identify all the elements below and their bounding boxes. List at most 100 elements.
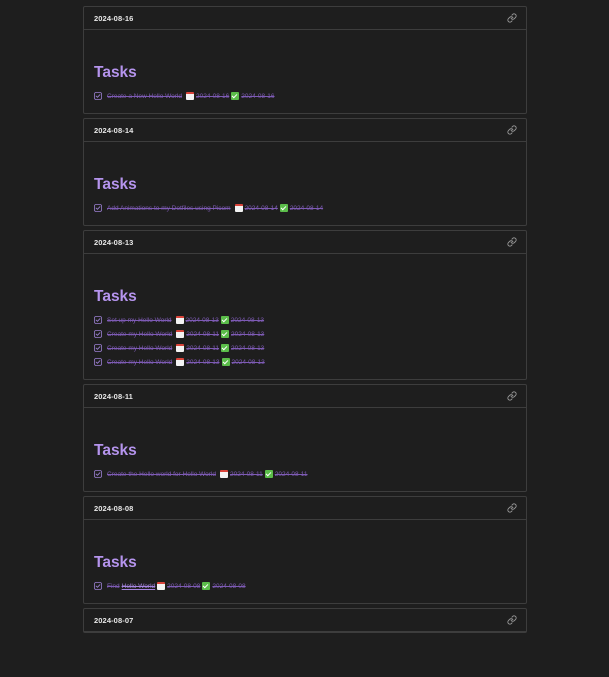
task-item: Create the Hello world for Hello World 2… <box>94 467 516 481</box>
task-done-date: 2024-08-13 <box>231 344 265 352</box>
check-mark-button-icon <box>220 316 229 324</box>
daily-note-date[interactable]: 2024-08-14 <box>94 126 133 135</box>
check-mark-button-icon <box>231 92 240 100</box>
task-text: Create the Hello world for Hello World 2… <box>107 470 308 478</box>
link-icon[interactable] <box>506 614 518 626</box>
daily-note-date[interactable]: 2024-08-07 <box>94 616 133 625</box>
check-mark-button-icon <box>279 204 288 212</box>
section-title: Tasks <box>94 288 137 305</box>
task-list: Find Hello World 2024-08-08 2024-08-08 <box>94 579 516 593</box>
task-description: Create the Hello world for Hello World <box>107 470 216 478</box>
checked-checkbox-icon[interactable] <box>94 92 102 100</box>
calendar-icon <box>176 358 185 366</box>
task-done-date: 2024-08-16 <box>241 92 275 100</box>
daily-note-card: 2024-08-07 <box>83 608 527 633</box>
calendar-icon <box>175 316 184 324</box>
daily-note-body: Tasks Add Animations to my Dotfiles usin… <box>84 142 526 225</box>
calendar-icon <box>176 344 185 352</box>
task-item: Create my Hello World 2024-08-13 2024-08… <box>94 355 516 369</box>
checked-checkbox-icon[interactable] <box>94 316 102 324</box>
check-mark-button-icon <box>221 358 230 366</box>
task-description: Set up my Hello World <box>107 316 172 324</box>
daily-note-header: 2024-08-13 <box>84 231 526 254</box>
link-icon[interactable] <box>506 502 518 514</box>
task-done-date: 2024-08-11 <box>274 470 308 478</box>
task-list: Create the Hello world for Hello World 2… <box>94 467 516 481</box>
daily-note-card: 2024-08-08 Tasks Find Hello World 2024-08… <box>83 496 527 604</box>
task-text: Create a New Hello World 2024-08-16 2024… <box>107 92 275 100</box>
daily-note-header: 2024-08-14 <box>84 119 526 142</box>
daily-note-card: 2024-08-13 Tasks Set up my Hello World 2… <box>83 230 527 380</box>
checked-checkbox-icon[interactable] <box>94 204 102 212</box>
task-text: Create my Hello World 2024-08-11 2024-08… <box>107 330 264 338</box>
task-done-date: 2024-08-13 <box>231 358 265 366</box>
task-item: Set up my Hello World 2024-08-13 2024-08… <box>94 313 516 327</box>
task-item: Create a New Hello World 2024-08-16 2024… <box>94 89 516 103</box>
calendar-icon <box>219 470 228 478</box>
checked-checkbox-icon[interactable] <box>94 470 102 478</box>
task-description: Create my Hello World <box>107 330 173 338</box>
task-text: Create my Hello World 2024-08-11 2024-08… <box>107 344 264 352</box>
task-text: Set up my Hello World 2024-08-13 2024-08… <box>107 316 264 324</box>
task-item: Add Animations to my Dotfiles using Pico… <box>94 201 516 215</box>
daily-note-card: 2024-08-11 Tasks Create the Hello world … <box>83 384 527 492</box>
check-mark-button-icon <box>202 582 211 590</box>
daily-note-header: 2024-08-11 <box>84 385 526 408</box>
task-done-date: 2024-08-13 <box>230 316 265 324</box>
check-mark-button-icon <box>264 470 273 478</box>
task-due-date: 2024-08-08 <box>167 582 201 590</box>
calendar-icon <box>234 204 243 212</box>
task-item: Create my Hello World 2024-08-11 2024-08… <box>94 341 516 355</box>
task-due-date: 2024-08-13 <box>186 358 220 366</box>
daily-note-body: Tasks Create the Hello world for Hello W… <box>84 408 526 491</box>
task-done-date: 2024-08-14 <box>289 204 324 212</box>
checked-checkbox-icon[interactable] <box>94 358 102 366</box>
link-icon[interactable] <box>506 236 518 248</box>
link-icon[interactable] <box>506 12 518 24</box>
section-title: Tasks <box>94 64 137 81</box>
daily-note-date[interactable]: 2024-08-16 <box>94 14 133 23</box>
task-list: Set up my Hello World 2024-08-13 2024-08… <box>94 313 516 369</box>
task-description: Create a New Hello World <box>107 92 183 100</box>
task-description: Find <box>107 582 120 590</box>
calendar-icon <box>176 330 185 338</box>
daily-note-date[interactable]: 2024-08-08 <box>94 504 133 513</box>
section-title: Tasks <box>94 442 137 459</box>
task-text: Create my Hello World 2024-08-13 2024-08… <box>107 358 265 366</box>
check-mark-button-icon <box>221 344 230 352</box>
daily-note-header: 2024-08-16 <box>84 7 526 30</box>
task-description: Create my Hello World <box>107 344 173 352</box>
check-mark-button-icon <box>221 330 230 338</box>
daily-note-card: 2024-08-16 Tasks Create a New Hello Worl… <box>83 6 527 114</box>
task-due-date: 2024-08-13 <box>185 316 219 324</box>
link-icon[interactable] <box>506 124 518 136</box>
task-due-date: 2024-08-16 <box>196 92 230 100</box>
task-text: Find Hello World 2024-08-08 2024-08-08 <box>107 582 246 590</box>
calendar-icon <box>186 92 195 100</box>
section-title: Tasks <box>94 176 137 193</box>
task-internal-link[interactable]: Hello World <box>122 583 155 590</box>
task-text: Add Animations to my Dotfiles using Pico… <box>107 204 323 212</box>
daily-note-card: 2024-08-14 Tasks Add Animations to my Do… <box>83 118 527 226</box>
link-icon[interactable] <box>506 390 518 402</box>
task-description: Add Animations to my Dotfiles using Pico… <box>107 204 231 212</box>
task-done-date: 2024-08-08 <box>212 582 246 590</box>
checked-checkbox-icon[interactable] <box>94 330 102 338</box>
task-item: Create my Hello World 2024-08-11 2024-08… <box>94 327 516 341</box>
daily-note-header: 2024-08-07 <box>84 609 526 632</box>
daily-note-date[interactable]: 2024-08-11 <box>94 392 133 401</box>
daily-note-body: Tasks Create a New Hello World 2024-08-1… <box>84 30 526 113</box>
task-done-date: 2024-08-13 <box>231 330 265 338</box>
task-due-date: 2024-08-11 <box>186 344 220 352</box>
section-title: Tasks <box>94 554 137 571</box>
task-item: Find Hello World 2024-08-08 2024-08-08 <box>94 579 516 593</box>
task-description: Create my Hello World <box>107 358 173 366</box>
daily-note-body: Tasks Find Hello World 2024-08-08 2024-08… <box>84 520 526 603</box>
checked-checkbox-icon[interactable] <box>94 344 102 352</box>
task-list: Create a New Hello World 2024-08-16 2024… <box>94 89 516 103</box>
checked-checkbox-icon[interactable] <box>94 582 102 590</box>
daily-notes-feed: 2024-08-16 Tasks Create a New Hello Worl… <box>83 6 527 637</box>
task-due-date: 2024-08-11 <box>186 330 220 338</box>
daily-note-date[interactable]: 2024-08-13 <box>94 238 133 247</box>
task-list: Add Animations to my Dotfiles using Pico… <box>94 201 516 215</box>
